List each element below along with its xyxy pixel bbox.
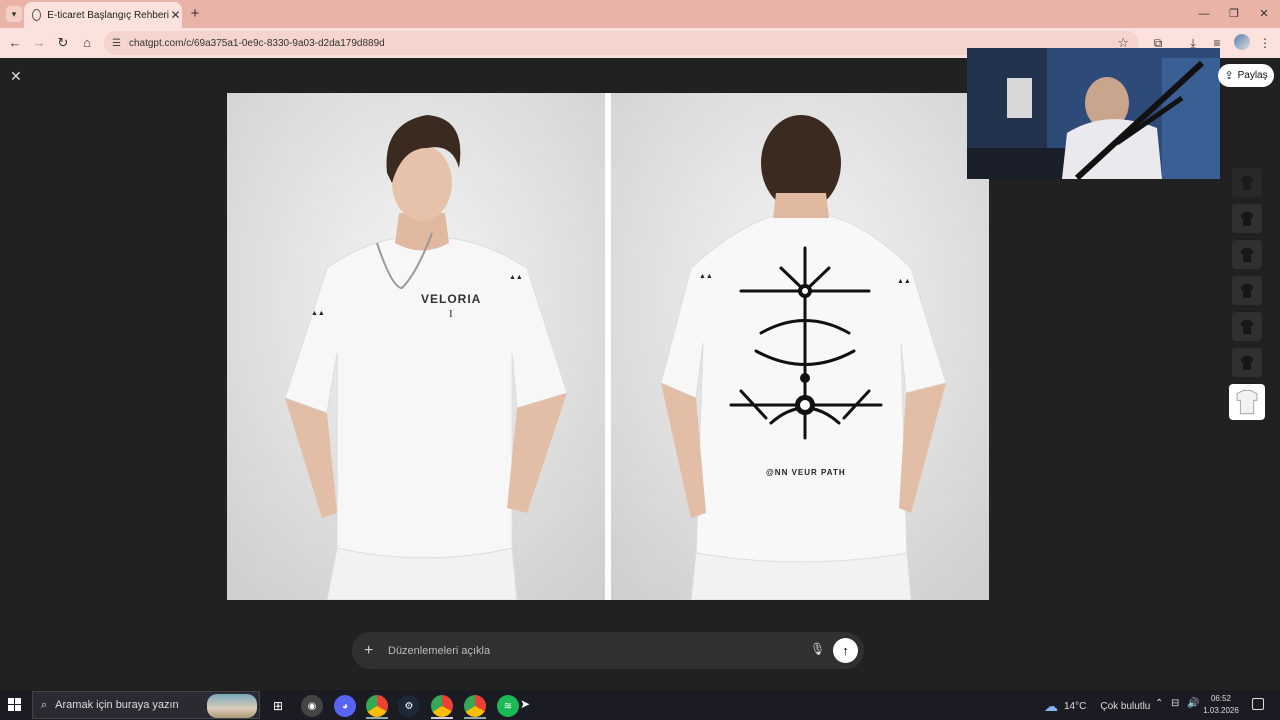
window-minimize-button[interactable]: — <box>1190 4 1218 24</box>
profile-avatar[interactable] <box>1234 34 1250 50</box>
viewer-close-button[interactable]: ✕ <box>10 68 22 85</box>
front-logo-sub: I <box>449 308 453 320</box>
browser-tab-active[interactable]: E-ticaret Başlangıç Rehberi ✕ <box>24 2 182 28</box>
chrome-icon[interactable] <box>464 695 486 717</box>
svg-text:▲▲: ▲▲ <box>509 274 523 281</box>
globe-icon <box>32 9 42 21</box>
system-clock[interactable]: 06:52 1.03.2026 <box>1198 693 1244 717</box>
front-logo-text: VELORIA <box>421 292 482 306</box>
steam-icon[interactable]: ⚙ <box>398 695 420 717</box>
share-label: Paylaş <box>1237 70 1268 81</box>
send-button[interactable]: ↑ <box>833 638 858 663</box>
weather-condition: Çok bulutlu <box>1100 701 1151 712</box>
window-restore-button[interactable]: ❐ <box>1220 4 1248 24</box>
image-thumbnail-selected[interactable] <box>1229 384 1265 420</box>
taskbar-search-placeholder: Aramak için buraya yazın <box>55 699 179 711</box>
app-running-indicator <box>431 717 453 719</box>
webcam-overlay <box>967 48 1220 179</box>
image-thumbnail[interactable] <box>1232 312 1262 341</box>
app-running-indicator <box>366 717 388 719</box>
image-thumbnail[interactable] <box>1232 348 1262 377</box>
app-icon-recorder[interactable]: ◉ <box>301 695 323 717</box>
tshirt-back-photo: ▲▲ ▲▲ @NN VEUR PATH <box>611 93 989 600</box>
image-thumbnail[interactable] <box>1232 240 1262 269</box>
chrome-icon[interactable] <box>431 695 453 717</box>
image-thumbnail[interactable] <box>1232 276 1262 305</box>
svg-text:▲▲: ▲▲ <box>897 278 911 285</box>
back-print-text: @NN VEUR PATH <box>766 468 846 477</box>
address-url[interactable]: chatgpt.com/c/69a375a1-0e9c-8330-9a03-d2… <box>129 38 385 49</box>
spotify-icon[interactable]: ≋ <box>497 695 519 717</box>
back-arrow-icon[interactable]: ← <box>6 34 24 52</box>
forward-arrow-icon[interactable]: → <box>30 34 48 52</box>
network-icon[interactable]: ⊟ <box>1171 698 1179 709</box>
svg-text:▲▲: ▲▲ <box>311 310 325 317</box>
image-thumbnail[interactable] <box>1232 204 1262 233</box>
svg-text:▲▲: ▲▲ <box>699 273 713 280</box>
windows-taskbar: ⌕ Aramak için buraya yazın ⊞ ◉ ◕ ⚙ ≋ ☁ 1… <box>0 690 1280 720</box>
reload-icon[interactable]: ↻ <box>54 34 72 52</box>
chrome-icon[interactable] <box>366 695 388 717</box>
notification-icon[interactable] <box>1252 698 1264 710</box>
browser-menu-icon[interactable]: ⋮ <box>1256 34 1274 52</box>
taskbar-search-box[interactable]: ⌕ Aramak için buraya yazın <box>32 691 260 719</box>
share-button[interactable]: ⇪ Paylaş <box>1218 64 1274 87</box>
clock-date: 1.03.2026 <box>1203 706 1239 715</box>
edit-prompt-composer: + 🎙 ↑ <box>352 632 864 669</box>
search-highlight-image <box>207 694 257 718</box>
chevron-up-icon[interactable]: ⌃ <box>1155 698 1163 709</box>
task-view-icon[interactable]: ⊞ <box>267 695 289 717</box>
window-close-button[interactable]: ✕ <box>1250 4 1278 24</box>
cloud-icon: ☁ <box>1044 698 1058 714</box>
windows-start-button[interactable] <box>8 698 22 712</box>
edit-description-input[interactable] <box>388 644 798 657</box>
microphone-icon[interactable]: 🎙 <box>810 642 825 656</box>
share-icon: ⇪ <box>1224 70 1234 82</box>
tab-title: E-ticaret Başlangıç Rehberi <box>47 9 169 21</box>
image-thumbnail-strip <box>1229 168 1265 427</box>
new-tab-button[interactable]: + <box>186 5 204 23</box>
image-thumbnail[interactable] <box>1232 168 1262 197</box>
app-running-indicator <box>464 717 486 719</box>
mouse-cursor-icon: ➤ <box>520 697 531 711</box>
weather-widget[interactable]: ☁ 14°C Çok bulutlu <box>1044 698 1150 715</box>
home-icon[interactable]: ⌂ <box>78 34 96 52</box>
tab-close-button[interactable]: ✕ <box>169 8 182 22</box>
discord-icon[interactable]: ◕ <box>334 695 356 717</box>
site-settings-icon[interactable]: ☰ <box>112 38 121 49</box>
add-attachment-button[interactable]: + <box>364 642 378 660</box>
tshirt-front-photo: ▲▲ ▲▲ VELORIA I <box>227 93 605 600</box>
browser-tab-strip: ▾ E-ticaret Başlangıç Rehberi ✕ + — ❐ ✕ <box>0 0 1280 28</box>
search-icon: ⌕ <box>41 698 48 711</box>
weather-temp: 14°C <box>1064 701 1087 712</box>
clock-time: 06:52 <box>1210 694 1232 703</box>
tab-search-button[interactable]: ▾ <box>6 6 22 22</box>
